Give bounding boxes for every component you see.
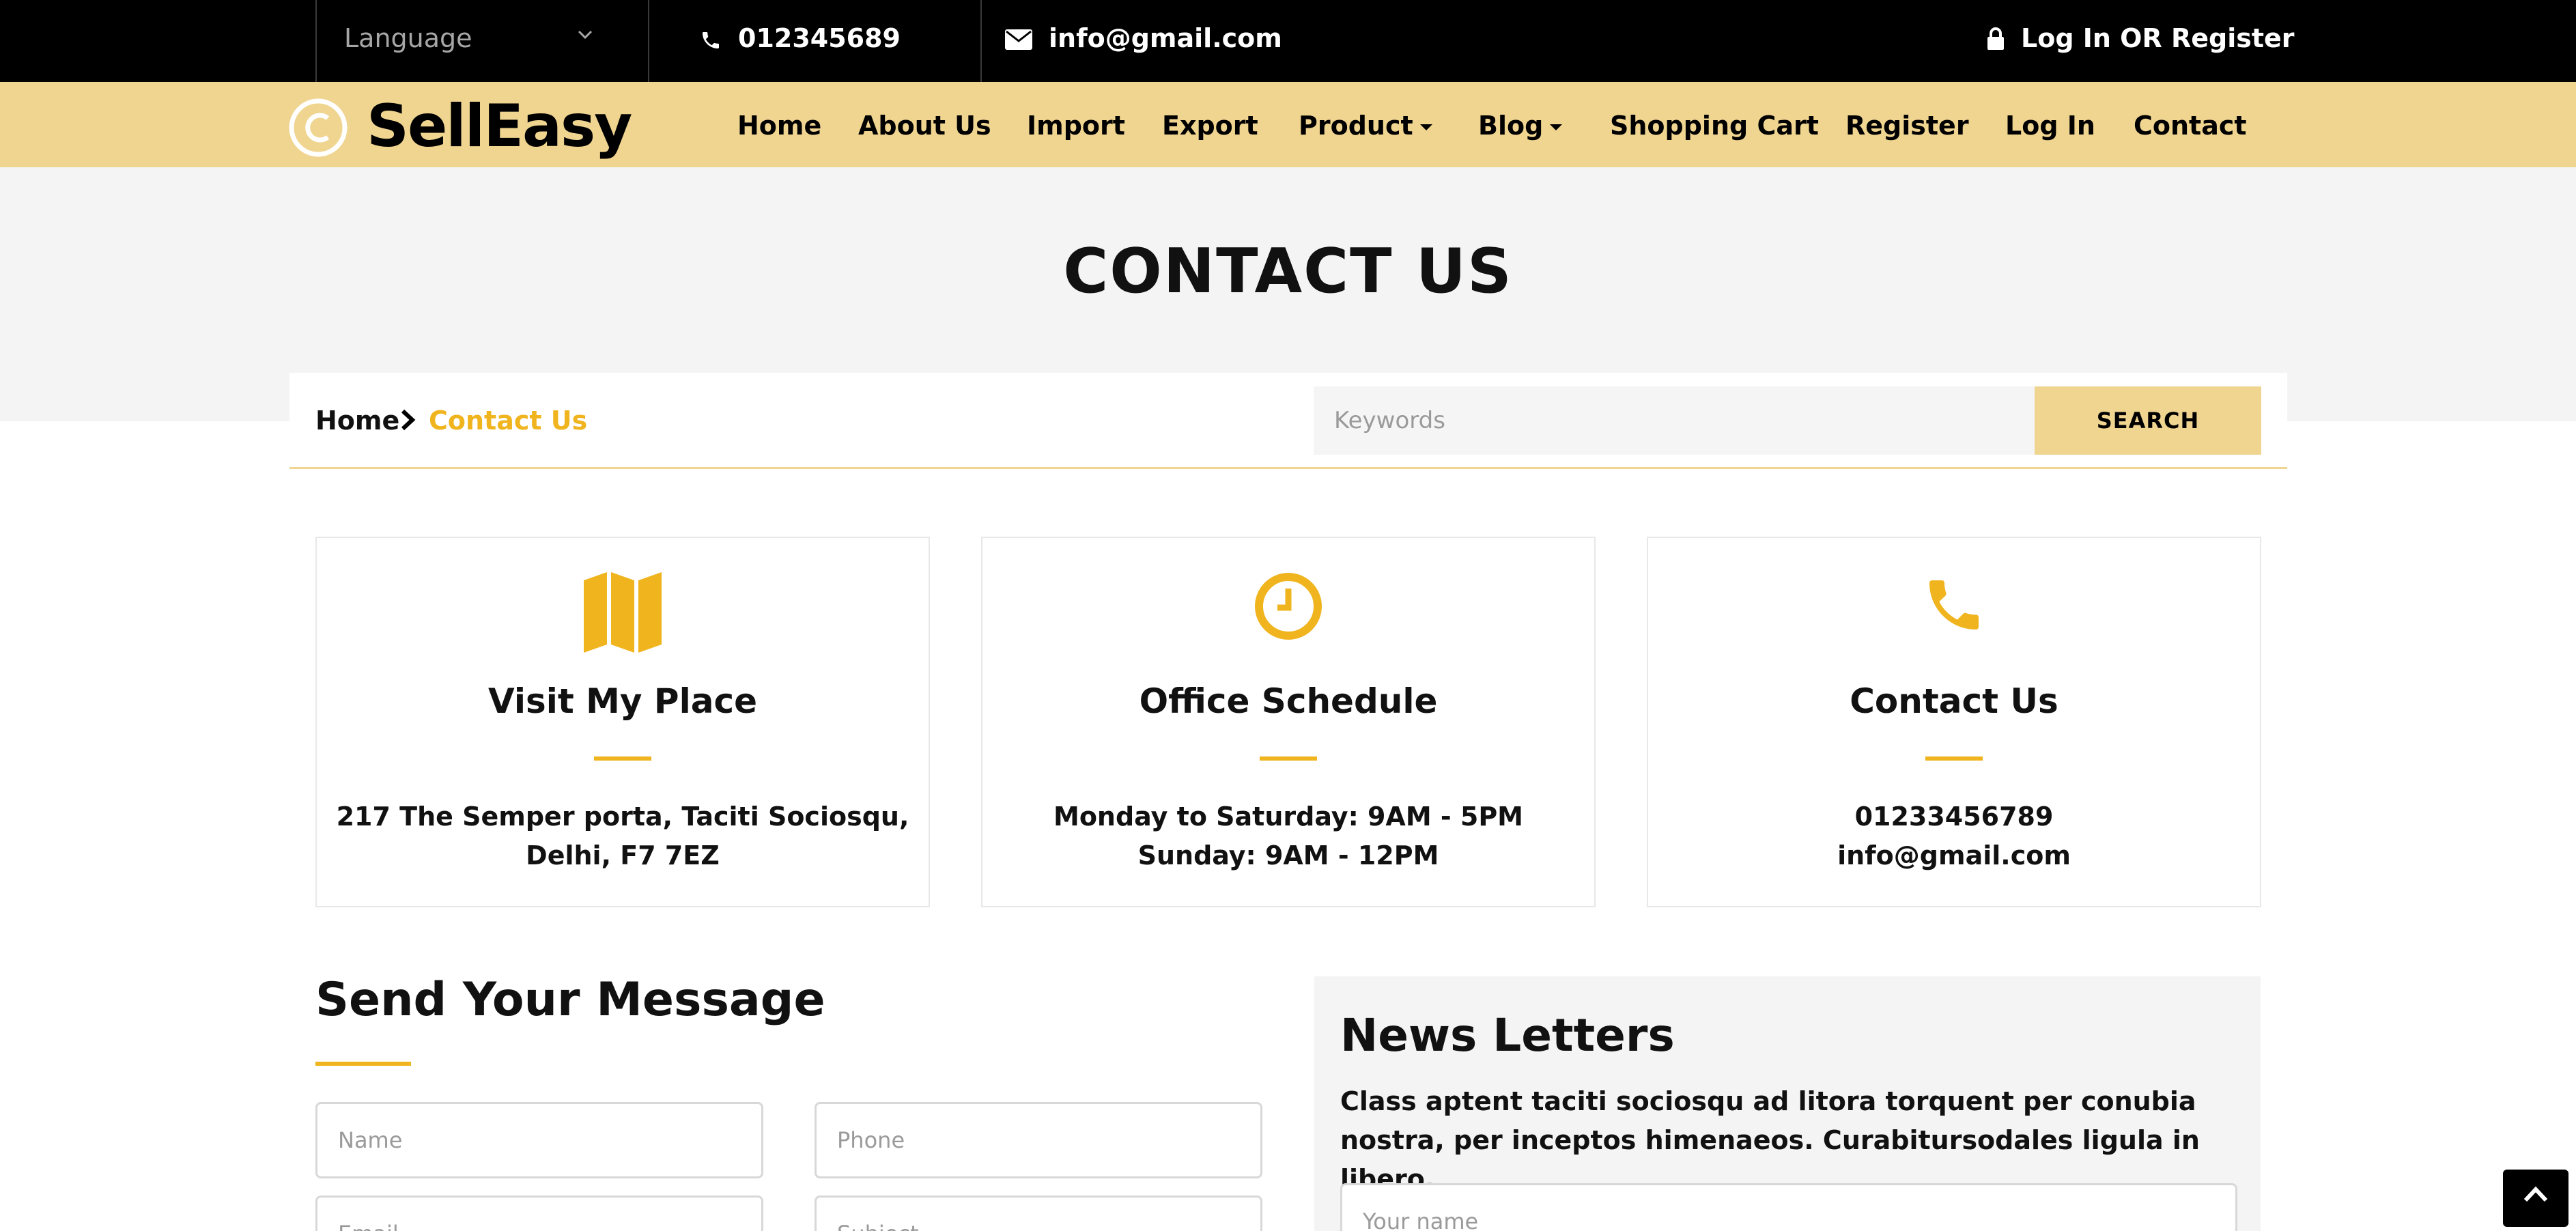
- send-message-heading: Send Your Message: [315, 973, 825, 1027]
- nav-product[interactable]: Product: [1299, 111, 1432, 141]
- accent-divider: [1260, 756, 1317, 761]
- card-line: Delhi, F7 7EZ: [526, 840, 720, 871]
- topbar-email-text: info@gmail.com: [1049, 23, 1282, 53]
- nav-import-label: Import: [1027, 111, 1125, 141]
- copyright-logo-icon: [288, 98, 348, 158]
- page-title: CONTACT US: [1063, 236, 1513, 307]
- newsletter-panel: News Letters Class aptent taciti sociosq…: [1314, 976, 2261, 1231]
- accent-divider: [1925, 756, 1983, 761]
- card-title: Office Schedule: [1139, 681, 1438, 721]
- card-line: 01233456789: [1854, 802, 2054, 832]
- visit-place-card: Visit My Place 217 The Semper porta, Tac…: [315, 537, 930, 907]
- newsletter-text: Class aptent taciti sociosqu ad litora t…: [1340, 1086, 2200, 1194]
- nav-about-us-label: About Us: [858, 111, 991, 141]
- chevron-down-icon: [578, 30, 593, 40]
- nav-register-label: Register: [1845, 111, 1969, 141]
- contact-info-card: Contact Us 01233456789 info@gmail.com: [1647, 537, 2261, 907]
- card-line: Monday to Saturday: 9AM - 5PM: [1053, 802, 1523, 832]
- language-label: Language: [344, 23, 472, 53]
- card-text: 217 The Semper porta, Taciti Sociosqu, De…: [317, 797, 929, 875]
- phone-icon: [700, 29, 722, 52]
- card-line: 217 The Semper porta, Taciti Sociosqu,: [336, 802, 909, 832]
- brand-name: SellEasy: [367, 92, 632, 160]
- office-schedule-card: Office Schedule Monday to Saturday: 9AM …: [981, 537, 1596, 907]
- breadcrumb-home-link[interactable]: Home: [315, 406, 399, 436]
- caret-down-icon: [1419, 124, 1432, 130]
- card-text: Monday to Saturday: 9AM - 5PM Sunday: 9AM…: [982, 797, 1594, 875]
- language-select[interactable]: Language: [315, 0, 649, 82]
- login-register-text: Log In OR Register: [2021, 23, 2295, 53]
- keywords-search-input[interactable]: [1314, 386, 2035, 455]
- phone-icon: [1921, 572, 1987, 638]
- breadcrumb-current: Contact Us: [429, 406, 588, 436]
- nav-export[interactable]: Export: [1162, 111, 1258, 141]
- nav-shopping-cart-label: Shopping Cart: [1610, 111, 1819, 141]
- topbar-phone-text: 012345689: [738, 23, 901, 53]
- accent-divider: [315, 1062, 411, 1066]
- newsletter-heading: News Letters: [1340, 1009, 1675, 1062]
- lock-icon: [1987, 27, 2005, 51]
- name-input[interactable]: [315, 1102, 763, 1178]
- nav-home-label: Home: [737, 111, 822, 141]
- card-line: info@gmail.com: [1837, 840, 2071, 871]
- email-input[interactable]: [315, 1195, 763, 1231]
- card-title: Visit My Place: [488, 681, 757, 721]
- breadcrumb-bar: Home Contact Us SEARCH: [289, 373, 2287, 469]
- subject-input[interactable]: [815, 1195, 1262, 1231]
- nav-contact-label: Contact: [2134, 111, 2247, 141]
- search-button[interactable]: SEARCH: [2035, 386, 2261, 455]
- nav-log-in-label: Log In: [2005, 111, 2095, 141]
- caret-down-icon: [1550, 124, 1563, 130]
- map-icon: [584, 572, 662, 653]
- nav-contact[interactable]: Contact: [2134, 111, 2247, 141]
- nav-register[interactable]: Register: [1845, 111, 1969, 141]
- clock-icon: [1254, 572, 1322, 640]
- nav-blog[interactable]: Blog: [1478, 111, 1563, 141]
- nav-blog-label: Blog: [1478, 111, 1544, 141]
- topbar-phone[interactable]: 012345689: [649, 0, 982, 82]
- newsletter-name-input[interactable]: [1340, 1183, 2237, 1231]
- nav-export-label: Export: [1162, 111, 1258, 141]
- card-line: Sunday: 9AM - 12PM: [1137, 840, 1439, 871]
- nav-home[interactable]: Home: [737, 111, 821, 141]
- nav-import[interactable]: Import: [1027, 111, 1125, 141]
- card-title: Contact Us: [1850, 681, 2058, 721]
- card-text: 01233456789 info@gmail.com: [1648, 797, 2260, 875]
- chevron-right-icon: [400, 408, 416, 431]
- nav-shopping-cart[interactable]: Shopping Cart: [1610, 111, 1819, 141]
- accent-divider: [594, 756, 651, 761]
- phone-input[interactable]: [815, 1102, 1262, 1178]
- envelope-icon: [1005, 29, 1032, 50]
- nav-log-in[interactable]: Log In: [2005, 111, 2095, 141]
- top-bar: Language 012345689 info@gmail.com Log In…: [0, 0, 2576, 82]
- nav-product-label: Product: [1299, 111, 1413, 141]
- nav-about-us[interactable]: About Us: [858, 111, 991, 141]
- back-to-top-button[interactable]: [2503, 1170, 2568, 1227]
